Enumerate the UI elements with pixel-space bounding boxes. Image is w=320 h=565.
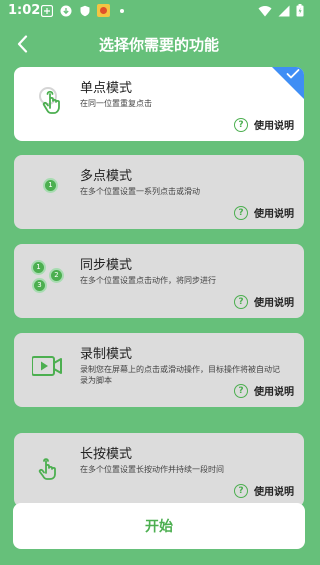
- card-title: 同步模式: [80, 258, 133, 273]
- help-link[interactable]: ? 使用说明: [234, 483, 294, 498]
- multi-point-icon: 1: [32, 169, 72, 209]
- help-link-label: 使用说明: [254, 387, 294, 398]
- help-link[interactable]: ? 使用说明: [234, 117, 294, 132]
- question-icon: ?: [234, 117, 248, 132]
- help-link-label: 使用说明: [254, 121, 294, 132]
- single-tap-hand-icon: [32, 81, 72, 121]
- status-bar: 1:02: [0, 0, 318, 24]
- point-marker: 1: [45, 180, 56, 191]
- help-link-label: 使用说明: [254, 298, 294, 309]
- mode-card-single-point[interactable]: 单点模式 在同一位置重复点击 ? 使用说明: [14, 67, 304, 141]
- video-record-icon: [31, 347, 72, 387]
- card-title: 单点模式: [80, 81, 133, 96]
- point-marker: 1: [33, 262, 44, 273]
- start-button[interactable]: 开始: [13, 503, 305, 549]
- help-link[interactable]: ? 使用说明: [234, 383, 294, 398]
- help-link-label: 使用说明: [254, 209, 294, 220]
- point-marker: 3: [34, 280, 45, 291]
- status-time: 1:02: [8, 3, 41, 18]
- card-description: 在同一位置重复点击: [80, 99, 152, 108]
- question-icon: ?: [234, 294, 248, 309]
- mode-card-long-press[interactable]: 长按模式 在多个位置设置长按动作并持续一段时间 ? 使用说明: [14, 433, 304, 507]
- point-marker: 2: [51, 270, 62, 281]
- wifi-icon: [258, 5, 272, 21]
- sync-points-icon: 1 2 3: [32, 258, 72, 298]
- signal-icon: [278, 5, 290, 21]
- card-description: 在多个位置设置长按动作并持续一段时间: [80, 465, 224, 474]
- help-link[interactable]: ? 使用说明: [234, 294, 294, 309]
- card-description: 在多个位置设置一系列点击或滑动: [80, 187, 200, 196]
- help-link[interactable]: ? 使用说明: [234, 205, 294, 220]
- check-icon: [286, 69, 300, 79]
- long-press-hand-icon: [32, 447, 72, 487]
- app-notification-icon: [40, 4, 53, 17]
- card-title: 多点模式: [80, 169, 133, 184]
- system-icons: [258, 4, 304, 21]
- mode-card-multi-point[interactable]: 1 多点模式 在多个位置设置一系列点击或滑动 ? 使用说明: [14, 155, 304, 229]
- question-icon: ?: [234, 205, 248, 220]
- help-link-label: 使用说明: [254, 487, 294, 498]
- page-title: 选择你需要的功能: [98, 36, 219, 54]
- more-notifications-dot: [120, 8, 124, 13]
- notification-icons: [40, 4, 124, 17]
- app-header: 选择你需要的功能: [0, 28, 318, 60]
- battery-icon: [296, 4, 304, 21]
- shield-icon: [78, 4, 91, 17]
- download-icon: [59, 4, 72, 17]
- app-logo-icon: [97, 4, 110, 17]
- question-icon: ?: [234, 483, 248, 498]
- card-title: 长按模式: [80, 447, 133, 462]
- mode-card-sync[interactable]: 1 2 3 同步模式 在多个位置设置点击动作，将同步进行 ? 使用说明: [14, 244, 304, 318]
- card-description: 在多个位置设置点击动作，将同步进行: [80, 276, 216, 285]
- question-icon: ?: [234, 383, 248, 398]
- card-title: 录制模式: [80, 347, 133, 362]
- mode-card-record[interactable]: 录制模式 录制您在屏幕上的点击或滑动操作，目标操作将被自动记录为脚本 ? 使用说…: [14, 333, 304, 407]
